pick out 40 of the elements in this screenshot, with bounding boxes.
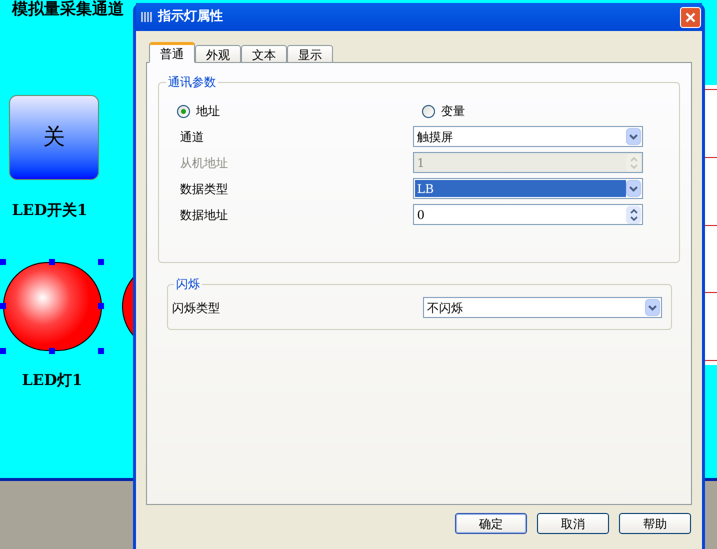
dropdown-arrow-icon[interactable] — [645, 299, 660, 316]
selection-handle[interactable] — [98, 259, 104, 265]
field-label: 通道 — [179, 128, 205, 146]
dialog-title: 指示灯属性 — [158, 8, 224, 26]
spin-arrows-icon[interactable] — [626, 206, 641, 224]
group-title: 通讯参数 — [167, 74, 217, 91]
close-icon — [685, 12, 696, 22]
canvas-title: 模拟量采集通道 — [12, 0, 124, 18]
close-button[interactable] — [680, 6, 701, 28]
led-caption: LED灯1 — [22, 370, 82, 391]
dialog-button[interactable]: 确定 — [455, 513, 527, 534]
switch-caption: LED开关1 — [12, 200, 88, 221]
field-label: 数据地址 — [179, 206, 229, 224]
tab[interactable]: 显示 — [287, 45, 333, 63]
radio-option[interactable]: 地址 — [177, 102, 422, 120]
tab[interactable]: 外观 — [195, 45, 241, 63]
app-icon — [140, 10, 154, 24]
selection-handle[interactable] — [49, 348, 55, 354]
switch-button[interactable]: 关 — [9, 95, 99, 180]
dropdown-arrow-icon[interactable] — [626, 128, 641, 145]
dropdown-field[interactable]: 不闪烁 — [423, 297, 662, 318]
radio-option[interactable]: 变量 — [422, 102, 465, 120]
field-label: 闪烁类型 — [172, 300, 221, 316]
tab[interactable]: 文本 — [241, 45, 287, 63]
dialog-button[interactable]: 帮助 — [619, 513, 691, 534]
selection-handle[interactable] — [0, 303, 6, 309]
dropdown-field[interactable]: 触摸屏 — [413, 126, 643, 147]
selection-handle[interactable] — [0, 259, 6, 265]
selection-handle[interactable] — [98, 303, 104, 309]
tab[interactable]: 普通 — [149, 42, 195, 63]
selection-handle[interactable] — [0, 348, 6, 354]
field-label: 数据类型 — [179, 180, 229, 198]
selection-handle[interactable] — [49, 259, 55, 265]
dropdown-arrow-icon[interactable] — [626, 180, 641, 197]
field-label: 从机地址 — [179, 154, 229, 172]
group-title: 闪烁 — [175, 276, 201, 293]
dropdown-field[interactable]: LB — [413, 178, 643, 199]
number-field[interactable]: 0 — [413, 204, 643, 225]
selection-handle[interactable] — [98, 348, 104, 354]
dialog-button[interactable]: 取消 — [537, 513, 609, 534]
